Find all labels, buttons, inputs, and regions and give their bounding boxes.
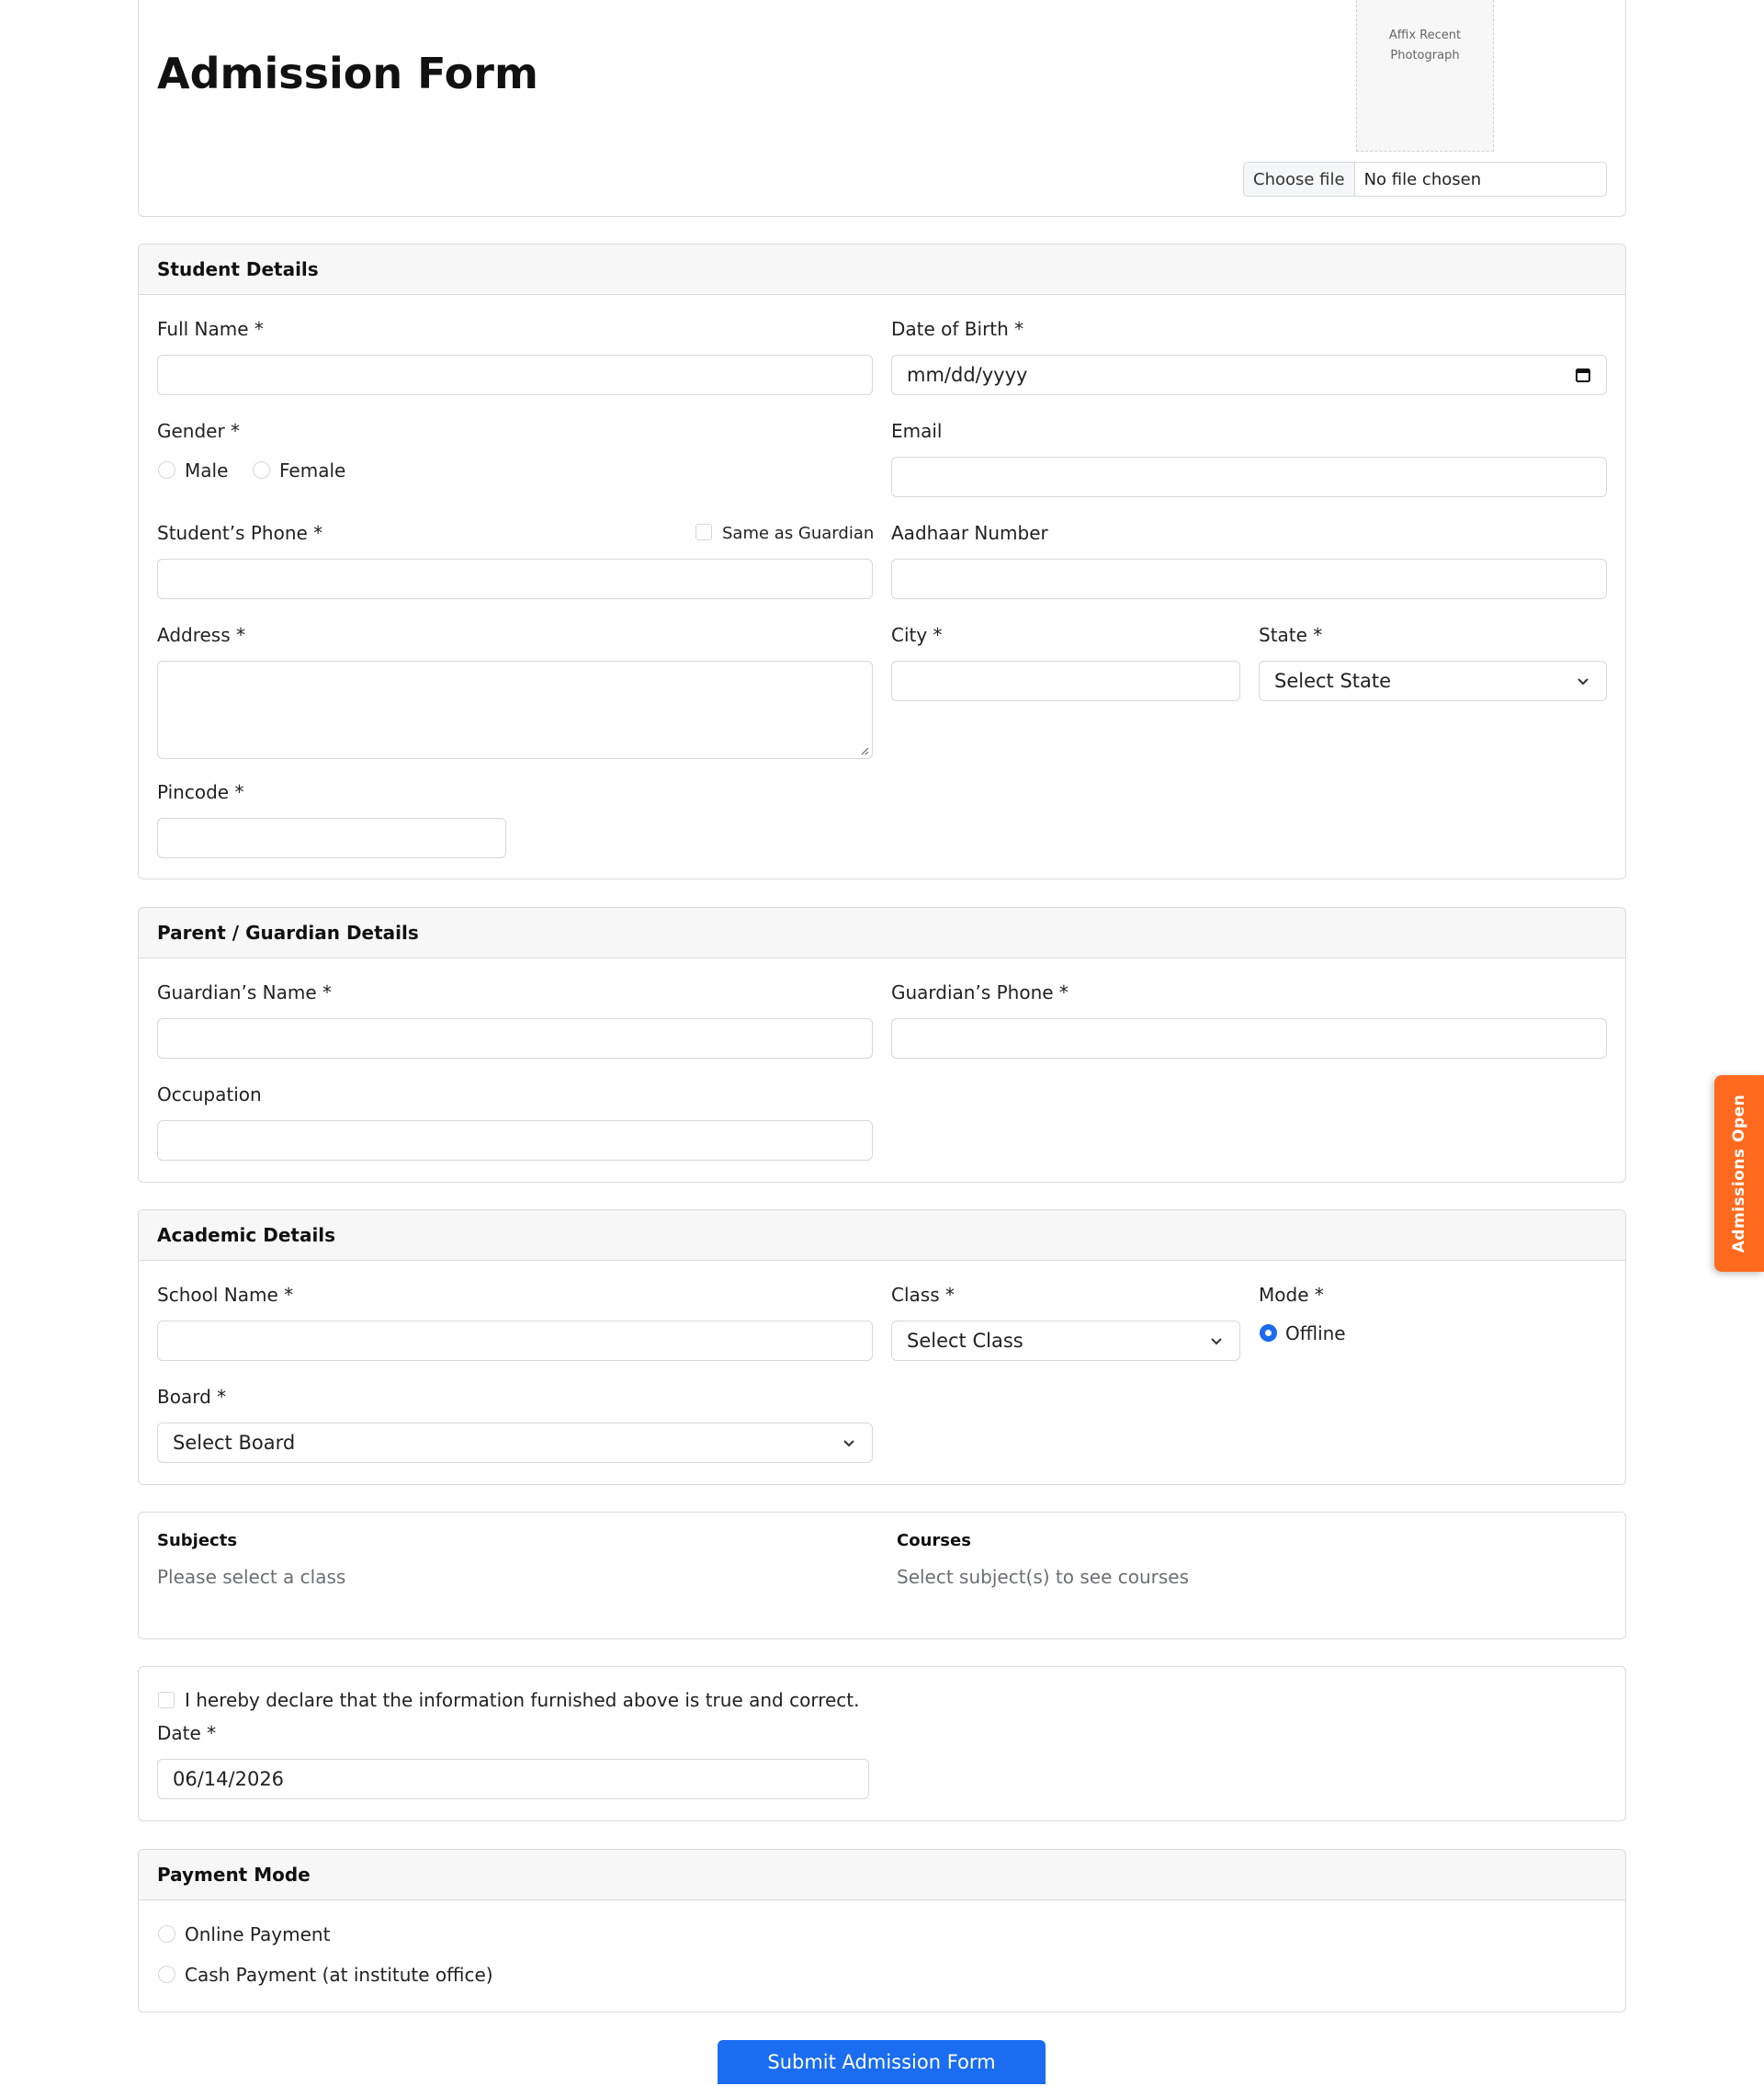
state-selected: Select State bbox=[1274, 670, 1392, 692]
same-as-guardian-checkbox[interactable] bbox=[695, 524, 712, 540]
mode-offline-radio[interactable] bbox=[1260, 1324, 1277, 1342]
payment-cash-label: Cash Payment (at institute office) bbox=[185, 1964, 493, 1986]
chevron-down-icon bbox=[1211, 1338, 1222, 1345]
declaration-checkbox[interactable] bbox=[158, 1692, 175, 1708]
board-select[interactable]: Select Board bbox=[157, 1423, 873, 1463]
full-name-input[interactable] bbox=[157, 355, 873, 395]
declaration-date-label: Date * bbox=[157, 1722, 217, 1744]
city-label: City * bbox=[891, 624, 943, 646]
dob-input[interactable]: mm/dd/yyyy bbox=[891, 355, 1607, 395]
class-select[interactable]: Select Class bbox=[891, 1321, 1240, 1361]
chevron-down-icon bbox=[843, 1440, 854, 1447]
photo-placeholder: Affix Recent Photograph bbox=[1356, 0, 1494, 152]
board-label: Board * bbox=[157, 1386, 227, 1408]
occupation-input[interactable] bbox=[157, 1120, 873, 1161]
aadhaar-label: Aadhaar Number bbox=[891, 522, 1048, 544]
state-label: State * bbox=[1259, 624, 1323, 646]
student-phone-input[interactable] bbox=[157, 559, 873, 599]
payment-mode-card: Payment Mode Online Payment Cash Payment… bbox=[138, 1849, 1626, 2012]
student-details-card: Student Details Full Name * Date of Birt… bbox=[138, 244, 1626, 879]
payment-mode-heading: Payment Mode bbox=[139, 1850, 1625, 1900]
file-status: No file chosen bbox=[1363, 169, 1482, 189]
student-phone-label: Student’s Phone * bbox=[157, 522, 323, 544]
email-label: Email bbox=[891, 420, 943, 442]
photo-file-input[interactable]: Choose file No file chosen bbox=[1243, 162, 1607, 197]
same-as-guardian-label: Same as Guardian bbox=[722, 524, 875, 543]
declaration-date-value: 06/14/2026 bbox=[173, 1768, 285, 1790]
academic-details-card: Academic Details School Name * Class * S… bbox=[138, 1209, 1626, 1485]
guardian-name-label: Guardian’s Name * bbox=[157, 981, 332, 1003]
choose-file-button[interactable]: Choose file bbox=[1244, 163, 1355, 196]
pincode-input[interactable] bbox=[157, 818, 506, 858]
subjects-hint: Please select a class bbox=[157, 1566, 346, 1588]
gender-female-radio[interactable] bbox=[253, 461, 270, 479]
declaration-text: I hereby declare that the information fu… bbox=[185, 1689, 860, 1711]
address-label: Address * bbox=[157, 624, 246, 646]
class-selected: Select Class bbox=[907, 1330, 1023, 1352]
submit-admission-button[interactable]: Submit Admission Form bbox=[718, 2040, 1046, 2084]
subjects-heading: Subjects bbox=[157, 1531, 238, 1550]
email-input[interactable] bbox=[891, 457, 1607, 497]
full-name-label: Full Name * bbox=[157, 318, 264, 340]
guardian-phone-input[interactable] bbox=[891, 1018, 1607, 1059]
admissions-open-label: Admissions Open bbox=[1730, 1094, 1748, 1253]
resize-handle-icon[interactable] bbox=[860, 746, 869, 755]
aadhaar-input[interactable] bbox=[891, 559, 1607, 599]
guardian-details-heading: Parent / Guardian Details bbox=[139, 908, 1625, 958]
mode-offline-label: Offline bbox=[1285, 1322, 1346, 1344]
city-input[interactable] bbox=[891, 661, 1240, 701]
declaration-date-input[interactable]: 06/14/2026 bbox=[157, 1759, 869, 1799]
payment-online-radio[interactable] bbox=[158, 1925, 175, 1943]
academic-details-heading: Academic Details bbox=[139, 1210, 1625, 1261]
pincode-label: Pincode * bbox=[157, 781, 244, 803]
board-selected: Select Board bbox=[173, 1432, 296, 1454]
photo-placeholder-text: Affix Recent Photograph bbox=[1388, 28, 1462, 62]
school-name-label: School Name * bbox=[157, 1284, 294, 1306]
guardian-name-input[interactable] bbox=[157, 1018, 873, 1059]
guardian-details-card: Parent / Guardian Details Guardian’s Nam… bbox=[138, 907, 1626, 1183]
student-details-heading: Student Details bbox=[139, 244, 1625, 295]
calendar-icon[interactable] bbox=[1575, 367, 1591, 383]
header-card: Admission Form Affix Recent Photograph C… bbox=[138, 0, 1626, 217]
courses-hint: Select subject(s) to see courses bbox=[897, 1566, 1190, 1588]
payment-online-label: Online Payment bbox=[185, 1923, 331, 1945]
mode-label: Mode * bbox=[1259, 1284, 1324, 1306]
gender-male-label: Male bbox=[185, 459, 229, 482]
chevron-down-icon bbox=[1577, 678, 1589, 686]
admissions-open-tab[interactable]: Admissions Open bbox=[1714, 1075, 1764, 1272]
school-name-input[interactable] bbox=[157, 1321, 873, 1361]
payment-cash-radio[interactable] bbox=[158, 1966, 175, 1983]
page-title: Admission Form bbox=[157, 49, 538, 98]
class-label: Class * bbox=[891, 1284, 955, 1306]
courses-heading: Courses bbox=[897, 1531, 971, 1550]
dob-value: mm/dd/yyyy bbox=[907, 364, 1028, 386]
occupation-label: Occupation bbox=[157, 1083, 262, 1105]
gender-label: Gender * bbox=[157, 420, 241, 442]
gender-female-label: Female bbox=[279, 459, 346, 482]
state-select[interactable]: Select State bbox=[1259, 661, 1607, 701]
gender-male-radio[interactable] bbox=[158, 461, 175, 479]
declaration-card: I hereby declare that the information fu… bbox=[138, 1666, 1626, 1821]
dob-label: Date of Birth * bbox=[891, 318, 1024, 340]
subjects-courses-card: Subjects Please select a class Courses S… bbox=[138, 1512, 1626, 1639]
guardian-phone-label: Guardian’s Phone * bbox=[891, 981, 1069, 1003]
address-textarea[interactable] bbox=[157, 661, 873, 759]
